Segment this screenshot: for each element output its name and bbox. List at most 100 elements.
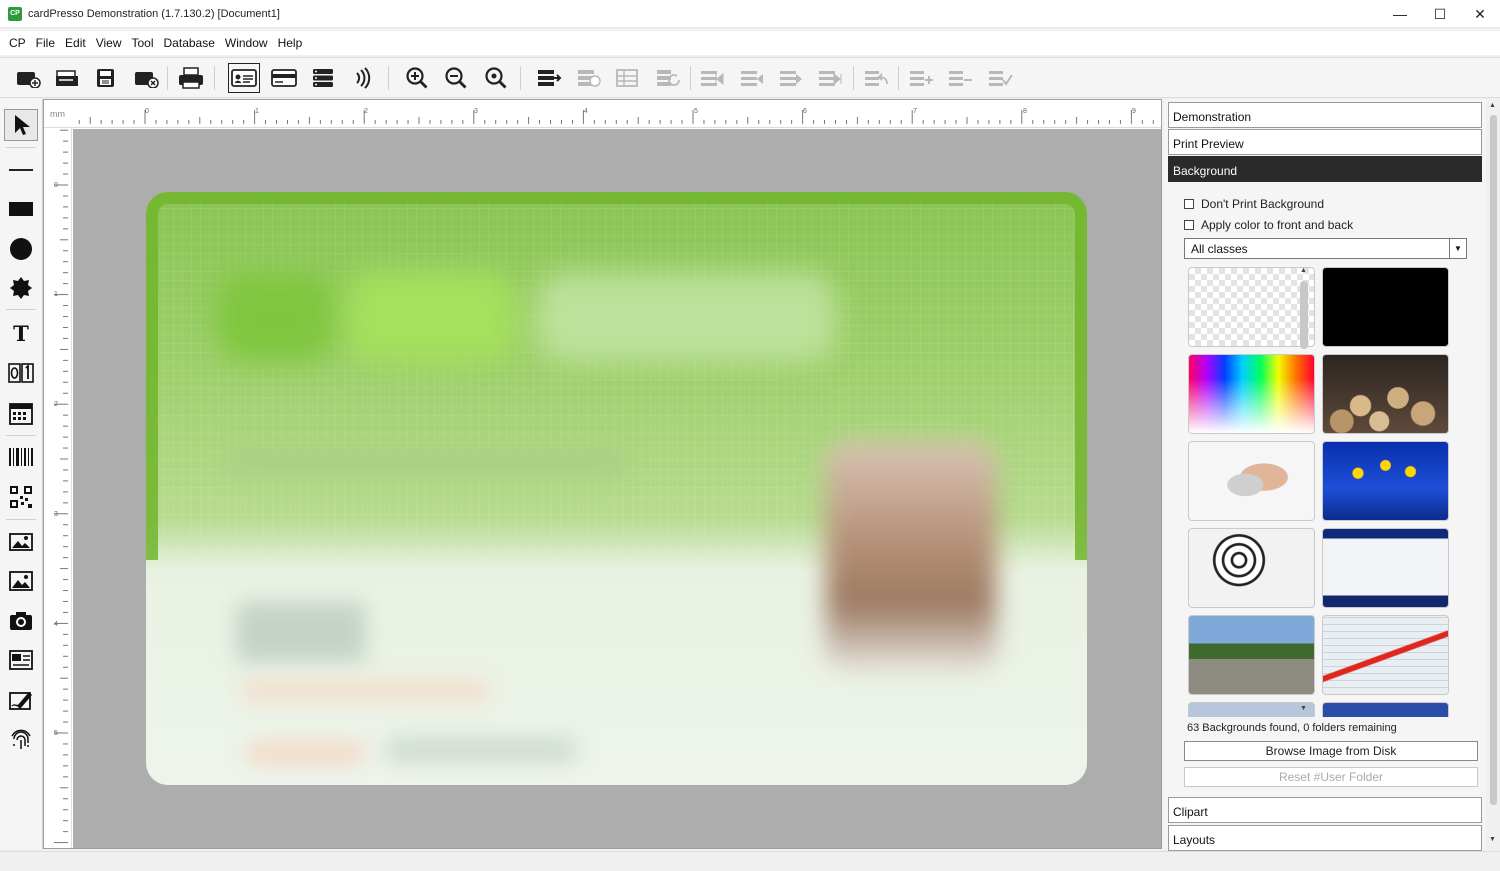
close-document-button[interactable] — [130, 63, 162, 93]
zoom-out-button[interactable] — [440, 63, 472, 93]
thumb-truck[interactable] — [1188, 615, 1315, 695]
thumb-love-target[interactable] — [1188, 528, 1315, 608]
dont-print-background-option[interactable]: Don't Print Background — [1184, 197, 1324, 211]
section-background[interactable]: Background — [1168, 156, 1482, 182]
record-undo-icon — [865, 71, 888, 86]
thumb-phone[interactable] — [1188, 441, 1315, 521]
thumb-notebook-pen[interactable] — [1322, 615, 1449, 695]
thumb-transparent[interactable] — [1188, 267, 1315, 347]
scroll-up-icon[interactable]: ▲ — [1489, 102, 1496, 109]
contactless-button[interactable] — [346, 63, 378, 93]
delete-record-button[interactable] — [944, 63, 976, 93]
class-filter-select[interactable]: All classes ▼ — [1184, 238, 1467, 259]
scroll-thumb[interactable] — [1490, 115, 1497, 805]
apply-color-checkbox[interactable] — [1184, 220, 1194, 230]
section-demonstration[interactable]: Demonstration — [1168, 102, 1482, 128]
card-workspace[interactable] — [73, 129, 1161, 848]
image-tool[interactable] — [4, 565, 38, 597]
barcode-tool[interactable] — [4, 441, 38, 473]
thumb-clocks[interactable] — [1322, 354, 1449, 434]
confirm-record-button[interactable] — [984, 63, 1016, 93]
vertical-ruler: 0 1 2 3 4 5 — [44, 128, 72, 848]
rectangle-tool[interactable] — [4, 193, 38, 225]
menu-cp[interactable]: CP — [4, 36, 31, 50]
blurred-logo — [216, 262, 856, 372]
close-button[interactable]: ✕ — [1460, 0, 1500, 28]
apply-color-option[interactable]: Apply color to front and back — [1184, 218, 1353, 232]
database-grid-icon — [616, 69, 638, 87]
previous-record-button[interactable] — [736, 63, 768, 93]
tool-palette: T — [0, 99, 43, 849]
ruler-ticks — [54, 129, 68, 844]
ruler-label: 9 — [1132, 108, 1136, 115]
browse-image-button[interactable]: Browse Image from Disk — [1184, 741, 1478, 761]
menu-file[interactable]: File — [31, 36, 60, 50]
date-tool[interactable] — [4, 397, 38, 429]
thumb-partial[interactable] — [1188, 702, 1315, 717]
print-button[interactable] — [175, 63, 207, 93]
scroll-up-icon[interactable]: ▲ — [1300, 267, 1307, 274]
image-icon — [9, 571, 33, 591]
reset-user-folder-button[interactable]: Reset #User Folder — [1184, 767, 1478, 787]
card-front-view-button[interactable] — [228, 63, 260, 93]
dont-print-checkbox[interactable] — [1184, 199, 1194, 209]
menu-database[interactable]: Database — [159, 36, 220, 50]
panel-scrollbar[interactable]: ▲ ▼ — [1487, 99, 1500, 849]
encoding-button[interactable] — [307, 63, 339, 93]
select-tool[interactable] — [4, 109, 38, 141]
signature-tool[interactable] — [4, 684, 38, 716]
new-document-button[interactable] — [12, 63, 44, 93]
undo-record-button[interactable] — [860, 63, 892, 93]
menu-tool[interactable]: Tool — [127, 36, 159, 50]
design-canvas[interactable]: mm 0 1 2 3 4 5 6 7 8 9 0 1 2 3 4 5 — [43, 99, 1162, 849]
id-photo-tool[interactable] — [4, 644, 38, 676]
zoom-in-button[interactable] — [401, 63, 433, 93]
image-database-tool[interactable] — [4, 526, 38, 558]
db-refresh-button[interactable] — [652, 63, 684, 93]
section-print-preview[interactable]: Print Preview — [1168, 129, 1482, 155]
minimize-button[interactable]: — — [1380, 0, 1420, 28]
card-preview[interactable] — [146, 192, 1087, 785]
ellipse-tool[interactable] — [4, 233, 38, 265]
last-record-button[interactable] — [814, 63, 846, 93]
thumb-partial[interactable] — [1322, 702, 1449, 717]
menu-help[interactable]: Help — [273, 36, 308, 50]
database-connect-button[interactable] — [533, 63, 565, 93]
magstripe-card-icon — [271, 69, 297, 87]
counter-tool[interactable] — [4, 357, 38, 389]
card-back-view-button[interactable] — [268, 63, 300, 93]
rectangle-icon — [9, 202, 33, 216]
thumb-black[interactable] — [1322, 267, 1449, 347]
thumb-daffodils[interactable] — [1322, 441, 1449, 521]
db-tool-1-button[interactable] — [573, 63, 605, 93]
next-record-button[interactable] — [775, 63, 807, 93]
menu-edit[interactable]: Edit — [60, 36, 91, 50]
open-button[interactable] — [51, 63, 83, 93]
section-clipart[interactable]: Clipart — [1168, 797, 1482, 823]
db-tool-2-button[interactable] — [612, 63, 644, 93]
thumbnails-scrollbar[interactable]: ▲ ▼ — [1298, 267, 1310, 717]
zoom-fit-button[interactable] — [480, 63, 512, 93]
counter-icon — [8, 363, 34, 383]
polygon-tool[interactable] — [4, 272, 38, 304]
scroll-down-icon[interactable]: ▼ — [1300, 705, 1307, 712]
add-record-button[interactable] — [905, 63, 937, 93]
camera-tool[interactable] — [4, 605, 38, 637]
scroll-thumb[interactable] — [1300, 281, 1308, 349]
menu-window[interactable]: Window — [220, 36, 273, 50]
first-record-button[interactable] — [696, 63, 728, 93]
id-card-icon — [231, 69, 257, 87]
menu-view[interactable]: View — [91, 36, 127, 50]
blurred-text — [246, 742, 366, 764]
maximize-button[interactable]: ☐ — [1420, 0, 1460, 28]
scroll-down-icon[interactable]: ▼ — [1489, 836, 1496, 843]
save-button[interactable] — [90, 63, 122, 93]
thumb-calendar[interactable] — [1322, 528, 1449, 608]
section-layouts[interactable]: Layouts — [1168, 825, 1482, 851]
horizontal-ruler: mm 0 1 2 3 4 5 6 7 8 9 — [44, 100, 1161, 128]
fingerprint-tool[interactable] — [4, 723, 38, 755]
qr-code-tool[interactable] — [4, 481, 38, 513]
thumb-spectrum[interactable] — [1188, 354, 1315, 434]
text-tool[interactable]: T — [4, 317, 38, 349]
line-tool[interactable] — [4, 154, 38, 186]
